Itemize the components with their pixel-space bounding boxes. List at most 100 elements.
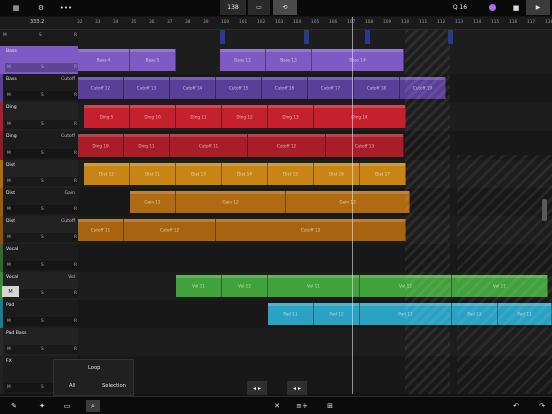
track-header[interactable]: Ding Cutoff M S R (0, 131, 79, 160)
clip[interactable]: Vol 12 (222, 275, 268, 297)
clip[interactable]: Bass 4 (78, 49, 130, 71)
clip[interactable]: Cutoff 16 (262, 77, 308, 99)
track-s-button[interactable]: S (41, 347, 44, 352)
track-m-button[interactable]: M (7, 93, 11, 98)
clip[interactable]: Ding 11 (176, 105, 222, 128)
pattern-marker[interactable] (365, 30, 370, 44)
track-header[interactable]: Dist Gain M S R (0, 188, 79, 216)
track-s-button[interactable]: S (41, 319, 44, 324)
play-button[interactable]: ▶ (526, 0, 550, 15)
track-m-button[interactable]: M (7, 319, 11, 324)
track-mini-controls[interactable]: MSR (5, 63, 79, 72)
clip[interactable]: Ding 12 (222, 105, 268, 128)
track-s-button[interactable]: S (41, 151, 44, 156)
timeline-ruler[interactable]: 333.2 32 33 34 35 36 37 38 39 100 101 102 103 104 105… (0, 17, 552, 30)
track-mini-controls[interactable]: MSR (5, 233, 79, 242)
clip[interactable]: Cutoff 12 (78, 77, 124, 99)
loop-toggle-button[interactable]: ⟲ (273, 0, 297, 15)
record-button[interactable] (489, 4, 496, 11)
track-mini-controls[interactable]: MSR (5, 91, 79, 100)
view-icon[interactable]: ▭ (60, 400, 74, 412)
track-r-button[interactable]: R (74, 263, 77, 268)
clip[interactable]: Pad 11 (268, 303, 314, 325)
clip[interactable]: Cutoff 12 (124, 219, 216, 241)
clip[interactable]: Dist 16 (314, 163, 360, 185)
track-header[interactable]: Bass M S R (0, 46, 79, 74)
track-mini-controls[interactable]: MSR (5, 261, 79, 270)
clip[interactable]: Cutoff 13 (124, 77, 170, 99)
clip[interactable]: Dist 14 (222, 163, 268, 185)
track-lane[interactable]: Ding 5 Ding 10 Ding 11 Ding 12 Ding 13 Ding 1… (78, 102, 552, 131)
upsell-area[interactable]: M S R (0, 30, 78, 46)
clip[interactable]: Bass 12 (220, 49, 266, 71)
track-mini-controls[interactable]: MSR (5, 177, 79, 186)
track-r-button[interactable]: R (74, 179, 77, 184)
clip[interactable]: Gain 11 (130, 191, 176, 213)
track-mini-controls[interactable]: MSR (5, 149, 79, 158)
more-button[interactable]: ••• (58, 2, 74, 14)
track-header[interactable]: Pad Bass M S R (0, 328, 79, 356)
track-mini-controls[interactable]: MSR (5, 317, 79, 326)
track-s-button[interactable]: S (41, 93, 44, 98)
track-r-button[interactable]: R (74, 151, 77, 156)
track-r-button[interactable]: R (74, 207, 77, 212)
track-header[interactable]: Vocal M S R (0, 244, 79, 272)
track-s-button[interactable]: S (41, 65, 44, 70)
clip[interactable]: Cutoff 17 (308, 77, 354, 99)
track-m-button[interactable]: M (7, 347, 11, 352)
clip[interactable]: Cutoff 13 (326, 134, 404, 157)
loop-region[interactable] (405, 30, 450, 394)
track-mini-controls[interactable]: MSR (5, 345, 79, 354)
track-s-button[interactable]: S (41, 235, 44, 240)
clip[interactable]: Bass 13 (266, 49, 312, 71)
pattern-marker[interactable] (448, 30, 453, 44)
track-m-button[interactable]: M (7, 235, 11, 240)
track-m-button[interactable]: M (7, 65, 11, 70)
track-r-button[interactable]: R (74, 65, 77, 70)
track-m-button[interactable]: M (7, 179, 11, 184)
track-mini-controls[interactable]: MSR (5, 120, 79, 129)
track-header[interactable]: Dist Cutoff M S R (0, 216, 79, 244)
pattern-marker[interactable] (220, 30, 225, 44)
clip[interactable]: Gain 13 (286, 191, 410, 213)
track-r-button[interactable]: R (74, 319, 77, 324)
track-s-button[interactable]: S (41, 291, 44, 296)
quantize-display[interactable]: Q 16 (447, 0, 473, 15)
clip[interactable]: Vol 11 (268, 275, 360, 297)
track-r-button[interactable]: R (74, 347, 77, 352)
track-s-button[interactable]: S (41, 207, 44, 212)
clip[interactable]: Gain 12 (176, 191, 286, 213)
track-s-button[interactable]: S (41, 385, 44, 390)
nudge-left-button[interactable]: ◂ ▸ (247, 381, 267, 395)
pattern-view-button[interactable]: ▭ (248, 0, 270, 15)
delete-icon[interactable]: ✕ (270, 400, 284, 412)
track-m-button[interactable]: M (7, 207, 11, 212)
clip[interactable]: Dist 13 (176, 163, 222, 185)
clip[interactable]: Cutoff 13 (216, 219, 406, 241)
zoom-icon[interactable]: ⌕ (86, 400, 100, 412)
clip[interactable]: Cutoff 12 (248, 134, 326, 157)
undo-icon[interactable]: ↶ (509, 400, 523, 412)
track-mini-controls[interactable]: MSR (5, 205, 79, 214)
track-s-button[interactable]: S (41, 179, 44, 184)
mixer-icon[interactable]: ▦ (8, 2, 24, 14)
track-lane[interactable]: Cutoff 12 Cutoff 13 Cutoff 14 Cutoff 15 Cuto… (78, 74, 552, 102)
nudge-right-button[interactable]: ◂ ▸ (287, 381, 307, 395)
clip[interactable]: Ding 19 (78, 134, 124, 157)
clip[interactable]: Vol 11 (176, 275, 222, 297)
clip[interactable]: Cutoff 18 (354, 77, 400, 99)
all-option[interactable]: All (69, 383, 75, 389)
track-r-button[interactable]: R (74, 93, 77, 98)
settings-gear-icon[interactable]: ⚙ (33, 2, 49, 14)
clip[interactable]: Dist 15 (268, 163, 314, 185)
track-s-button[interactable]: S (41, 263, 44, 268)
vertical-scrollbar[interactable] (542, 199, 547, 221)
track-header[interactable]: Dist M S R (0, 160, 79, 188)
playhead[interactable] (352, 17, 353, 394)
track-r-button[interactable]: R (74, 122, 77, 127)
pattern-marker[interactable] (304, 30, 309, 44)
clip[interactable]: Cutoff 14 (170, 77, 216, 99)
loop-option[interactable]: Loop (88, 365, 100, 371)
add-track-icon[interactable]: ≡+ (295, 400, 309, 412)
clip[interactable]: Dist 11 (130, 163, 176, 185)
